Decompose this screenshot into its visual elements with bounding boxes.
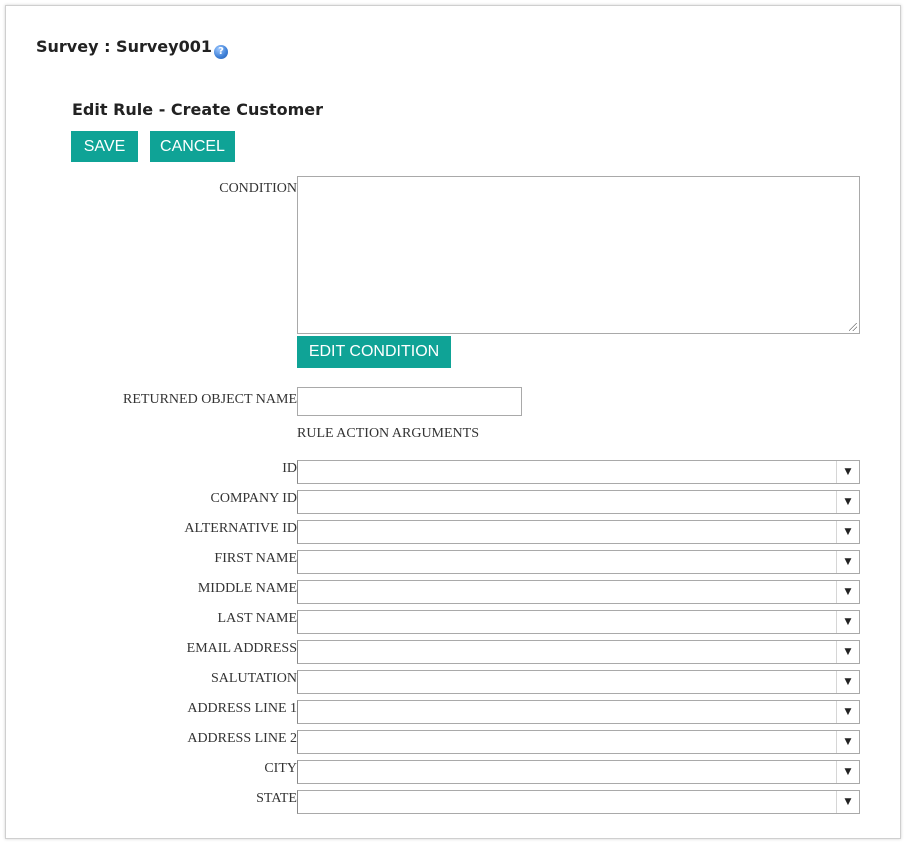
chevron-down-icon[interactable]: ▼ (836, 611, 859, 633)
argument-label: EMAIL ADDRESS (186, 641, 297, 656)
argument-label: FIRST NAME (214, 551, 297, 566)
chevron-down-icon[interactable]: ▼ (836, 671, 859, 693)
argument-label: CITY (264, 761, 297, 776)
argument-select[interactable]: ▼ (297, 640, 860, 664)
edit-condition-button[interactable]: EDIT CONDITION (297, 336, 451, 368)
chevron-down-icon[interactable]: ▼ (836, 701, 859, 723)
condition-value (298, 177, 859, 183)
chevron-down-icon[interactable]: ▼ (836, 761, 859, 783)
argument-select[interactable]: ▼ (297, 730, 860, 754)
argument-label: STATE (256, 791, 297, 806)
argument-label: COMPANY ID (210, 491, 297, 506)
argument-label: MIDDLE NAME (197, 581, 297, 596)
argument-select[interactable]: ▼ (297, 550, 860, 574)
argument-select[interactable]: ▼ (297, 670, 860, 694)
argument-select[interactable]: ▼ (297, 520, 860, 544)
chevron-down-icon[interactable]: ▼ (836, 641, 859, 663)
argument-label: ID (282, 461, 297, 476)
argument-select[interactable]: ▼ (297, 490, 860, 514)
argument-label: ADDRESS LINE 2 (187, 731, 297, 746)
survey-title-text: Survey : Survey001 (36, 37, 212, 56)
argument-select[interactable]: ▼ (297, 700, 860, 724)
rule-title: Edit Rule - Create Customer (72, 100, 323, 119)
argument-label: SALUTATION (211, 671, 297, 686)
save-button[interactable]: SAVE (71, 131, 138, 162)
condition-label: CONDITION (219, 181, 297, 196)
argument-select[interactable]: ▼ (297, 790, 860, 814)
rule-action-arguments-heading: RULE ACTION ARGUMENTS (297, 426, 480, 441)
argument-label: LAST NAME (217, 611, 297, 626)
resize-grip-icon[interactable] (849, 323, 857, 331)
chevron-down-icon[interactable]: ▼ (836, 491, 859, 513)
cancel-button[interactable]: CANCEL (150, 131, 235, 162)
argument-select[interactable]: ▼ (297, 460, 860, 484)
chevron-down-icon[interactable]: ▼ (836, 791, 859, 813)
chevron-down-icon[interactable]: ▼ (836, 521, 859, 543)
chevron-down-icon[interactable]: ▼ (836, 731, 859, 753)
chevron-down-icon[interactable]: ▼ (836, 581, 859, 603)
argument-select[interactable]: ▼ (297, 580, 860, 604)
argument-label: ADDRESS LINE 1 (187, 701, 297, 716)
condition-textarea[interactable] (297, 176, 860, 334)
help-icon[interactable]: ? (213, 45, 228, 59)
returned-object-input[interactable] (297, 387, 522, 416)
chevron-down-icon[interactable]: ▼ (836, 461, 859, 483)
survey-title: Survey : Survey001? (36, 37, 228, 59)
argument-label: ALTERNATIVE ID (184, 521, 297, 536)
argument-select[interactable]: ▼ (297, 760, 860, 784)
argument-select[interactable]: ▼ (297, 610, 860, 634)
chevron-down-icon[interactable]: ▼ (836, 551, 859, 573)
returned-object-label: RETURNED OBJECT NAME (123, 392, 297, 407)
